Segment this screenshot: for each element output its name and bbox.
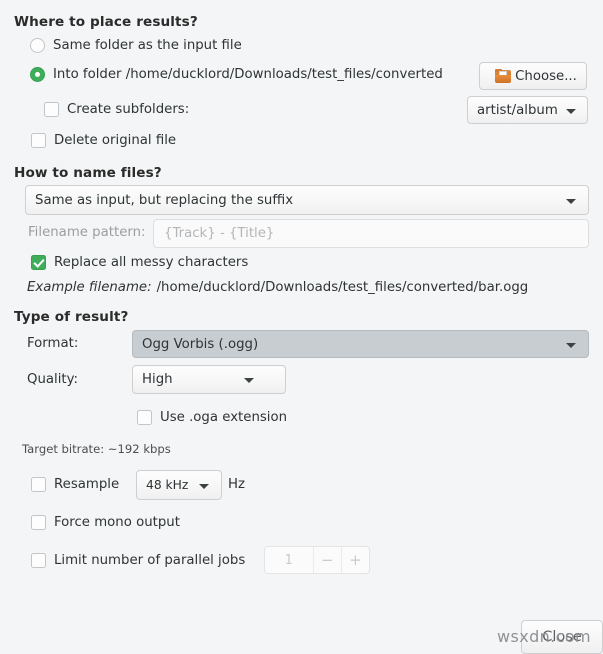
parallel-jobs-stepper[interactable]: 1 − + bbox=[264, 546, 370, 574]
naming-scheme-value: Same as input, but replacing the suffix bbox=[35, 192, 294, 208]
naming-scheme-dropdown[interactable]: Same as input, but replacing the suffix bbox=[25, 185, 589, 215]
format-dropdown[interactable]: Ogg Vorbis (.ogg) bbox=[132, 330, 589, 358]
checkbox-force-mono[interactable] bbox=[31, 515, 46, 530]
checkbox-row-use-oga[interactable]: Use .oga extension bbox=[137, 410, 287, 425]
radio-row-same-folder[interactable]: Same folder as the input file bbox=[30, 38, 242, 53]
checkbox-delete-original[interactable] bbox=[31, 133, 46, 148]
chevron-down-icon bbox=[566, 109, 576, 114]
chevron-down-icon bbox=[566, 343, 576, 348]
subfolders-pattern-value: artist/album bbox=[477, 102, 558, 118]
example-filename-row: Example filename: /home/ducklord/Downloa… bbox=[27, 280, 528, 295]
radio-into-folder[interactable] bbox=[30, 67, 45, 82]
checkbox-row-resample[interactable]: Resample bbox=[31, 477, 119, 492]
checkbox-replace-messy[interactable] bbox=[31, 255, 46, 270]
quality-label: Quality: bbox=[27, 372, 79, 387]
checkbox-use-oga[interactable] bbox=[137, 410, 152, 425]
chevron-down-icon bbox=[566, 199, 576, 204]
format-label: Format: bbox=[27, 336, 79, 351]
how-to-name-files-title: How to name files? bbox=[14, 165, 162, 181]
target-bitrate-text: Target bitrate: ~192 kbps bbox=[22, 442, 171, 456]
filename-pattern-input[interactable]: {Track} - {Title} bbox=[153, 219, 589, 248]
folder-icon bbox=[495, 69, 512, 83]
checkbox-force-mono-label: Force mono output bbox=[54, 515, 180, 530]
watermark-text: wsxdn.com bbox=[497, 627, 592, 646]
radio-row-into-folder[interactable]: Into folder /home/ducklord/Downloads/tes… bbox=[30, 67, 443, 82]
resample-unit-label: Hz bbox=[228, 477, 245, 492]
checkbox-row-force-mono[interactable]: Force mono output bbox=[31, 515, 180, 530]
checkbox-create-subfolders[interactable] bbox=[44, 102, 59, 117]
example-filename-label: Example filename: bbox=[27, 280, 152, 295]
checkbox-create-subfolders-label: Create subfolders: bbox=[67, 102, 190, 117]
parallel-jobs-decrement-button[interactable]: − bbox=[314, 547, 342, 573]
preferences-pane: Where to place results? Same folder as t… bbox=[0, 0, 603, 654]
checkbox-row-replace-messy[interactable]: Replace all messy characters bbox=[31, 255, 248, 270]
where-to-place-results-title: Where to place results? bbox=[14, 14, 198, 30]
checkbox-limit-jobs[interactable] bbox=[31, 553, 46, 568]
subfolders-pattern-dropdown[interactable]: artist/album bbox=[467, 96, 588, 124]
checkbox-delete-original-label: Delete original file bbox=[54, 133, 177, 148]
resample-rate-dropdown[interactable]: 48 kHz bbox=[136, 470, 222, 500]
checkbox-replace-messy-label: Replace all messy characters bbox=[54, 255, 249, 270]
type-of-result-title: Type of result? bbox=[14, 309, 129, 325]
filename-pattern-label: Filename pattern: bbox=[28, 225, 146, 240]
format-value: Ogg Vorbis (.ogg) bbox=[142, 336, 259, 352]
checkbox-row-limit-jobs[interactable]: Limit number of parallel jobs bbox=[31, 553, 245, 568]
checkbox-resample[interactable] bbox=[31, 477, 46, 492]
radio-same-folder-label: Same folder as the input file bbox=[53, 38, 242, 53]
choose-folder-button[interactable]: Choose... bbox=[479, 62, 587, 90]
example-filename-value: /home/ducklord/Downloads/test_files/conv… bbox=[156, 280, 529, 295]
checkbox-use-oga-label: Use .oga extension bbox=[160, 410, 288, 425]
resample-rate-value: 48 kHz bbox=[146, 478, 189, 492]
checkbox-resample-label: Resample bbox=[54, 477, 120, 492]
checkbox-row-delete-original[interactable]: Delete original file bbox=[31, 133, 176, 148]
parallel-jobs-value[interactable]: 1 bbox=[265, 547, 314, 573]
chevron-down-icon bbox=[199, 484, 209, 489]
checkbox-limit-jobs-label: Limit number of parallel jobs bbox=[54, 553, 246, 568]
choose-folder-button-label: Choose... bbox=[515, 68, 577, 84]
chevron-down-icon bbox=[244, 378, 254, 383]
quality-dropdown[interactable]: High bbox=[132, 365, 286, 394]
radio-into-folder-label: Into folder /home/ducklord/Downloads/tes… bbox=[53, 67, 443, 82]
filename-pattern-placeholder: {Track} - {Title} bbox=[164, 226, 275, 241]
quality-value: High bbox=[142, 372, 173, 387]
checkbox-row-create-subfolders[interactable]: Create subfolders: bbox=[44, 102, 189, 117]
radio-same-folder[interactable] bbox=[30, 38, 45, 53]
parallel-jobs-increment-button[interactable]: + bbox=[342, 547, 369, 573]
